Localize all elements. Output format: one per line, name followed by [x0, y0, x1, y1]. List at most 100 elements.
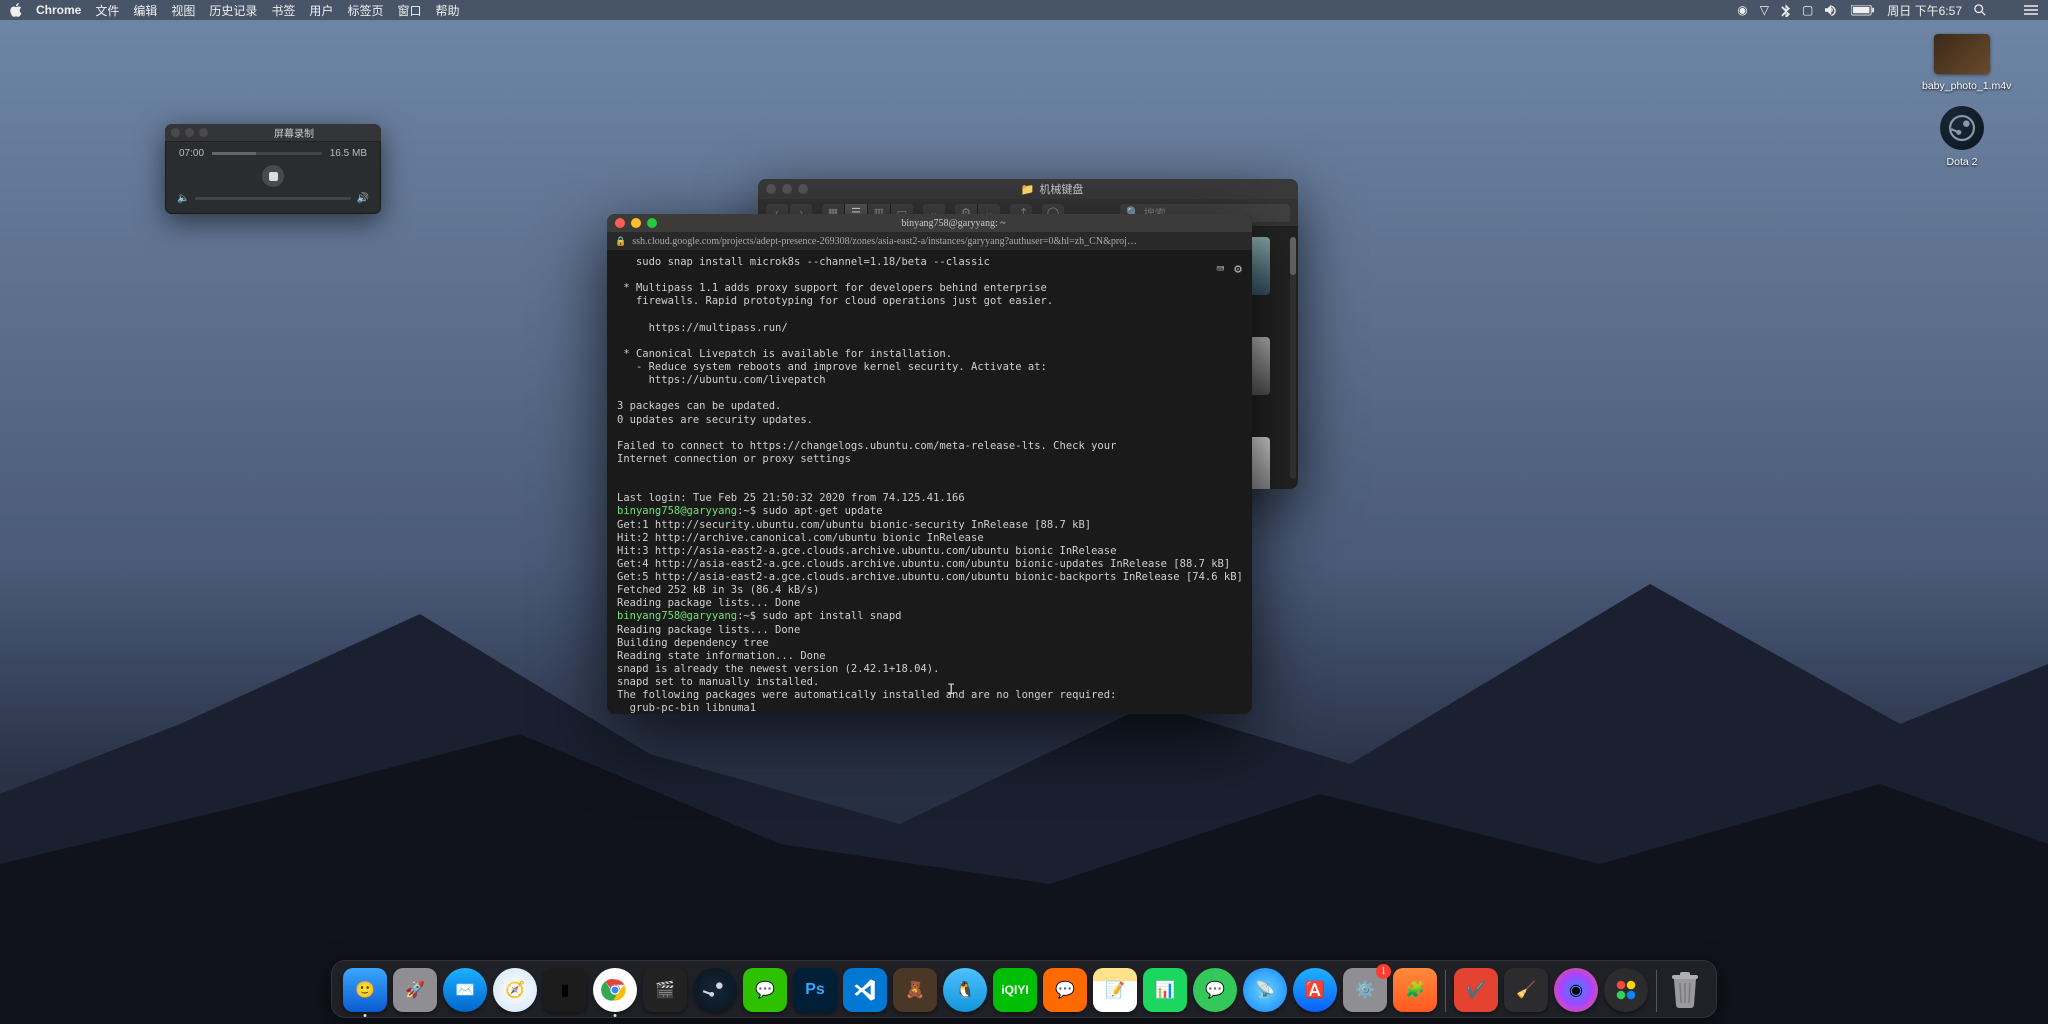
zoom-icon[interactable]	[199, 128, 208, 137]
address-text: ssh.cloud.google.com/projects/adept-pres…	[632, 236, 1244, 247]
dock-siri[interactable]: ◉	[1554, 968, 1598, 1012]
address-bar[interactable]: 🔒 ssh.cloud.google.com/projects/adept-pr…	[607, 232, 1252, 250]
dock-steam[interactable]	[693, 968, 737, 1012]
menu-history[interactable]: 历史记录	[209, 2, 257, 19]
dock-separator	[1656, 970, 1657, 1012]
terminal-prompt: binyang758@garyyang	[617, 610, 737, 622]
terminal-ps: :~$	[737, 610, 762, 622]
dock-vscode[interactable]	[843, 968, 887, 1012]
menu-tab[interactable]: 标签页	[347, 2, 383, 19]
desktop-file-label: baby_photo_1.m4v	[1922, 80, 2002, 92]
folder-icon: 📁	[1021, 183, 1035, 196]
status-volume-icon[interactable]	[1825, 4, 1839, 16]
menu-help[interactable]: 帮助	[435, 2, 459, 19]
status-spotlight-icon[interactable]	[1974, 4, 1986, 16]
minimize-icon[interactable]	[782, 184, 792, 194]
steam-icon	[1940, 106, 1984, 150]
status-clock[interactable]: 周日 下午6:57	[1887, 2, 1962, 19]
terminal-prompt: binyang758@garyyang	[617, 505, 737, 517]
finder-titlebar[interactable]: 📁 机械键盘	[758, 179, 1298, 199]
status-record-icon[interactable]: ◉	[1737, 3, 1747, 17]
scrollbar[interactable]	[1290, 237, 1296, 479]
close-icon[interactable]	[766, 184, 776, 194]
volume-slider[interactable]	[195, 197, 350, 200]
recorder-file-size: 16.5 MB	[330, 148, 367, 159]
minimize-icon[interactable]	[631, 218, 641, 228]
dock-finalcut[interactable]: 🎬	[643, 968, 687, 1012]
dock-launchpad[interactable]: 🚀	[393, 968, 437, 1012]
terminal-output[interactable]: sudo snap install microk8s --channel=1.1…	[607, 250, 1252, 714]
dock-cleanmymac[interactable]: 🧹	[1504, 968, 1548, 1012]
desktop-file-dota2[interactable]: Dota 2	[1922, 106, 2002, 168]
dock-numbers[interactable]: 📊	[1143, 968, 1187, 1012]
dock-iqiyi[interactable]: iQIYI	[993, 968, 1037, 1012]
menu-app-name[interactable]: Chrome	[36, 3, 81, 17]
dock-app-brown[interactable]: 🧸	[893, 968, 937, 1012]
recorder-elapsed-time: 07:00	[179, 148, 204, 159]
zoom-icon[interactable]	[798, 184, 808, 194]
menu-bookmarks[interactable]: 书签	[271, 2, 295, 19]
dock-qq[interactable]: 🐧	[943, 968, 987, 1012]
terminal-command: sudo apt-get update	[762, 505, 882, 517]
terminal-text: Get:1 http://security.ubuntu.com/ubuntu …	[617, 519, 1243, 610]
status-notification-center-icon[interactable]	[2024, 5, 2038, 16]
dock-notes[interactable]: 📝	[1093, 968, 1137, 1012]
recorder-progress-bar[interactable]	[212, 152, 322, 155]
terminal-window[interactable]: binyang758@garyyang: ~ 🔒 ssh.cloud.googl…	[607, 214, 1252, 714]
recorder-titlebar[interactable]: 屏幕录制	[165, 124, 381, 142]
dock-wechat-read[interactable]: 💬	[1043, 968, 1087, 1012]
menu-file[interactable]: 文件	[95, 2, 119, 19]
terminal-text: sudo snap install microk8s --channel=1.1…	[617, 256, 1116, 504]
status-airplay-icon[interactable]: ▢	[1802, 3, 1813, 17]
video-thumbnail-icon	[1934, 34, 1990, 74]
dock-todoist[interactable]: ✔️	[1454, 968, 1498, 1012]
dock-terminal[interactable]: ▮	[543, 968, 587, 1012]
menu-people[interactable]: 用户	[309, 2, 333, 19]
dock-photoshop[interactable]: Ps	[793, 968, 837, 1012]
terminal-titlebar[interactable]: binyang758@garyyang: ~	[607, 214, 1252, 232]
dock-airdrop[interactable]: 📡	[1243, 968, 1287, 1012]
status-battery-icon[interactable]	[1851, 5, 1875, 16]
dock-mail[interactable]: ✉️	[443, 968, 487, 1012]
terminal-title: binyang758@garyyang: ~	[663, 218, 1244, 229]
screen-recorder-window[interactable]: 屏幕录制 07:00 16.5 MB 🔈 🔊	[165, 124, 381, 214]
terminal-command: sudo apt install snapd	[762, 610, 901, 622]
dock-trash[interactable]	[1665, 968, 1705, 1012]
volume-high-icon: 🔊	[357, 193, 369, 204]
dock-finder[interactable]: 🙂	[343, 968, 387, 1012]
badge-count: 1	[1376, 964, 1391, 979]
close-icon[interactable]	[171, 128, 180, 137]
dock-wechat[interactable]: 💬	[743, 968, 787, 1012]
dock-messages[interactable]: 💬	[1193, 968, 1237, 1012]
apple-menu-icon[interactable]	[10, 3, 22, 17]
dock-app-orange[interactable]: 🧩	[1393, 968, 1437, 1012]
text-cursor-icon: I	[947, 682, 955, 698]
terminal-text: Reading package lists... Done Building d…	[617, 624, 1116, 715]
status-bluetooth-icon[interactable]	[1781, 4, 1790, 17]
lock-icon: 🔒	[615, 236, 626, 247]
status-vpn-icon[interactable]: ▽	[1760, 3, 1769, 17]
status-siri-icon[interactable]	[1998, 3, 2012, 17]
desktop-file-label: Dota 2	[1922, 156, 2002, 168]
dock-systemprefs[interactable]: ⚙️1	[1343, 968, 1387, 1012]
finder-title-text: 机械键盘	[1039, 181, 1083, 197]
dock-appstore[interactable]: 🅰️	[1293, 968, 1337, 1012]
dock-safari[interactable]: 🧭	[493, 968, 537, 1012]
dock: 🙂 🚀 ✉️ 🧭 ▮ 🎬 💬 Ps 🧸 🐧 iQIYI 💬 📝 📊 💬 📡 🅰️…	[331, 960, 1717, 1018]
finder-title: 📁 机械键盘	[814, 181, 1290, 197]
minimize-icon[interactable]	[185, 128, 194, 137]
desktop-file-video[interactable]: baby_photo_1.m4v	[1922, 34, 2002, 92]
close-icon[interactable]	[615, 218, 625, 228]
volume-low-icon: 🔈	[177, 193, 189, 204]
recorder-title: 屏幕录制	[213, 125, 375, 140]
menu-window[interactable]: 窗口	[397, 2, 421, 19]
stop-button[interactable]	[262, 165, 284, 187]
menu-edit[interactable]: 编辑	[133, 2, 157, 19]
menu-bar: Chrome 文件 编辑 视图 历史记录 书签 用户 标签页 窗口 帮助 ◉ ▽…	[0, 0, 2048, 20]
terminal-ps: :~$	[737, 505, 762, 517]
dock-separator	[1445, 970, 1446, 1012]
dock-chrome[interactable]	[593, 968, 637, 1012]
zoom-icon[interactable]	[647, 218, 657, 228]
menu-view[interactable]: 视图	[171, 2, 195, 19]
dock-dashboard[interactable]	[1604, 968, 1648, 1012]
